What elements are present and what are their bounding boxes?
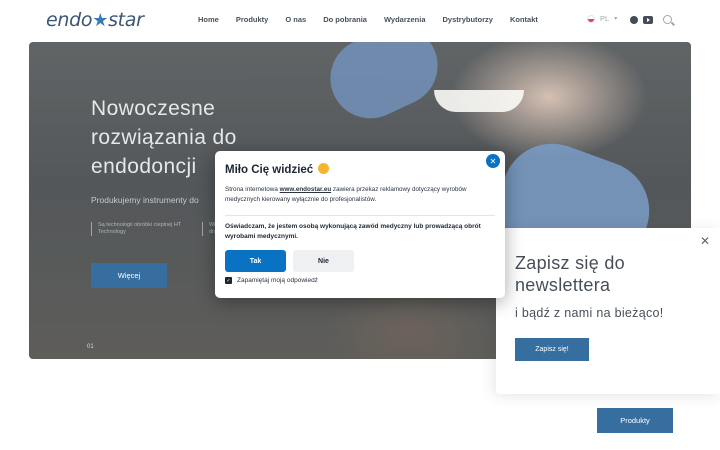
no-button[interactable]: Nie xyxy=(293,250,354,272)
professional-confirm-modal: ✕ Miło Cię widzieć Strona internetowa ww… xyxy=(215,151,505,298)
site-link[interactable]: www.endostar.eu xyxy=(280,186,332,193)
remember-label: Zapamiętaj moją odpowiedź xyxy=(237,277,318,284)
modal-title: Miło Cię widzieć xyxy=(225,163,330,176)
yes-button[interactable]: Tak xyxy=(225,250,286,272)
remember-checkbox[interactable]: ✓ Zapamiętaj moją odpowiedź xyxy=(225,277,318,284)
modal-text-before: Strona internetowa xyxy=(225,186,280,193)
modal-description: Strona internetowa www.endostar.eu zawie… xyxy=(225,185,495,204)
modal-declaration: Oświadczam, że jestem osobą wykonującą z… xyxy=(225,223,481,240)
modal-title-text: Miło Cię widzieć xyxy=(225,164,314,176)
close-icon[interactable]: ✕ xyxy=(486,154,500,168)
smiley-icon xyxy=(318,163,330,174)
checkbox-checked-icon[interactable]: ✓ xyxy=(225,277,232,284)
divider xyxy=(225,215,495,216)
